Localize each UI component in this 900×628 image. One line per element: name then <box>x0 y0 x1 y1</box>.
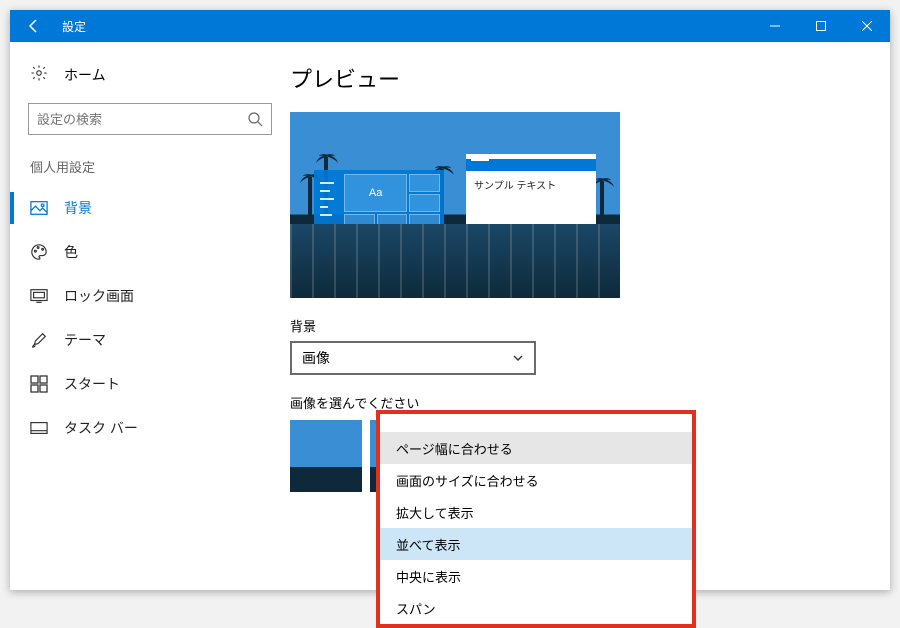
gear-icon <box>30 64 48 85</box>
brush-icon <box>30 331 48 349</box>
sidebar-group-label: 個人用設定 <box>10 151 290 186</box>
fit-option-label: 拡大して表示 <box>396 503 474 522</box>
wallpaper-thumb[interactable] <box>290 420 362 492</box>
minimize-button[interactable] <box>752 10 798 42</box>
chevron-down-icon <box>512 352 524 364</box>
fit-option-label: 画面のサイズに合わせる <box>396 471 539 490</box>
fit-option-span[interactable]: スパン <box>380 592 692 624</box>
desktop-preview: Aa サンプル テキスト <box>290 112 620 298</box>
background-label: 背景 <box>290 316 850 335</box>
monitor-frame-icon <box>30 287 48 305</box>
preview-sample-text: サンプル テキスト <box>466 171 596 198</box>
sidebar-item-label: タスク バー <box>64 418 138 438</box>
sidebar-item-label: 色 <box>64 242 78 262</box>
sidebar-item-themes[interactable]: テーマ <box>10 318 290 362</box>
titlebar: 設定 <box>10 10 890 42</box>
preview-start-panel: Aa <box>314 170 444 298</box>
fit-option-label: スパン <box>396 599 436 618</box>
background-type-dropdown[interactable]: 画像 <box>290 341 536 375</box>
sidebar-item-colors[interactable]: 色 <box>10 230 290 274</box>
background-type-value: 画像 <box>302 348 330 368</box>
fit-option-tile[interactable]: 並べて表示 <box>380 528 692 560</box>
back-button[interactable] <box>10 10 58 42</box>
fit-option-label: 並べて表示 <box>396 535 460 554</box>
preview-sample-window: サンプル テキスト <box>466 154 596 242</box>
sidebar-item-label: テーマ <box>64 330 106 350</box>
page-title: プレビュー <box>290 62 850 94</box>
picture-icon <box>30 199 48 217</box>
taskbar-icon <box>30 419 48 437</box>
sidebar-item-label: ロック画面 <box>64 286 134 306</box>
maximize-icon <box>816 21 826 31</box>
fit-option-stretch[interactable]: 拡大して表示 <box>380 496 692 528</box>
sidebar-item-start[interactable]: スタート <box>10 362 290 406</box>
preview-tile-aa: Aa <box>344 174 407 212</box>
home-label: ホーム <box>64 65 106 85</box>
fit-option-center[interactable]: 中央に表示 <box>380 560 692 592</box>
start-grid-icon <box>30 375 48 393</box>
palette-icon <box>30 243 48 261</box>
close-button[interactable] <box>844 10 890 42</box>
close-icon <box>862 21 872 31</box>
sidebar-item-taskbar[interactable]: タスク バー <box>10 406 290 450</box>
fit-mode-popup: ページ幅に合わせる 画面のサイズに合わせる 拡大して表示 並べて表示 中央に表示… <box>376 410 696 628</box>
search-box[interactable] <box>28 103 272 135</box>
maximize-button[interactable] <box>798 10 844 42</box>
arrow-left-icon <box>26 18 42 34</box>
fit-option-label: 中央に表示 <box>396 567 461 586</box>
search-input[interactable] <box>37 112 247 127</box>
fit-option-label: ページ幅に合わせる <box>396 439 513 458</box>
sidebar: ホーム 個人用設定 背景 色 ロック画面 <box>10 42 290 590</box>
minimize-icon <box>770 21 780 31</box>
sidebar-item-label: 背景 <box>64 198 92 218</box>
window-title: 設定 <box>58 18 752 35</box>
fit-option-fit[interactable]: 画面のサイズに合わせる <box>380 464 692 496</box>
sidebar-item-lockscreen[interactable]: ロック画面 <box>10 274 290 318</box>
fit-option-fill[interactable]: ページ幅に合わせる <box>380 432 692 464</box>
search-icon <box>247 111 263 127</box>
home-link[interactable]: ホーム <box>10 54 290 95</box>
sidebar-item-background[interactable]: 背景 <box>10 186 290 230</box>
sidebar-item-label: スタート <box>64 374 120 394</box>
